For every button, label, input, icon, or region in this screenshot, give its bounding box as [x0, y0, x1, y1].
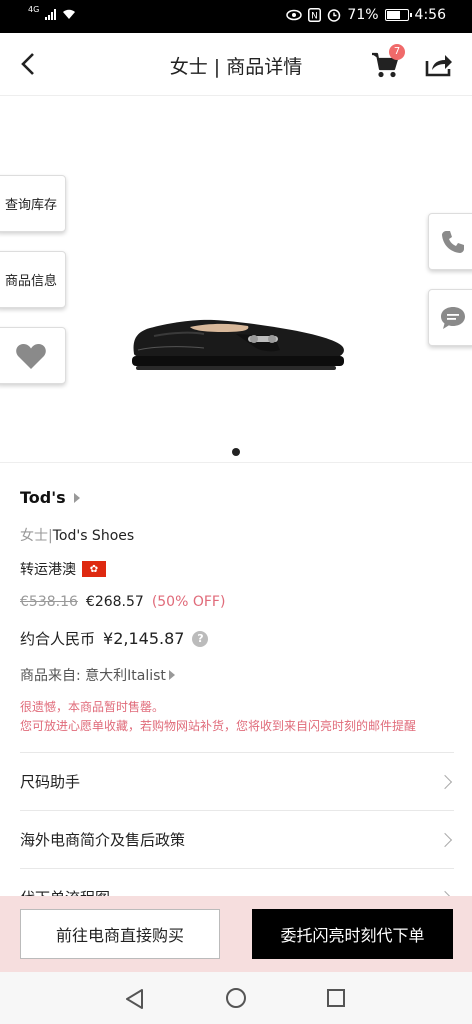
- cart-badge: 7: [389, 44, 405, 60]
- check-stock-button[interactable]: 查询库存: [0, 175, 66, 232]
- clock: 4:56: [414, 7, 446, 23]
- heart-icon: [16, 343, 46, 369]
- size-helper-label: 尺码助手: [20, 773, 81, 791]
- system-nav-bar: [0, 972, 472, 1024]
- hong-kong-flag-icon: ✿: [82, 561, 106, 577]
- product-image: [132, 319, 344, 370]
- nav-home-icon[interactable]: [226, 988, 246, 1008]
- network-type: 4G: [28, 5, 40, 14]
- nfc-icon: N: [308, 8, 322, 22]
- wishlist-button[interactable]: [0, 327, 66, 384]
- rmb-amount: ¥2,145.87: [103, 629, 185, 648]
- phone-icon: [442, 230, 464, 253]
- sold-out-notice: 很遗憾，本商品暂时售罄。 您可放进心愿单收藏，若购物网站补货，您将收到来自闪亮时…: [20, 698, 460, 736]
- caret-right-icon: [73, 492, 80, 503]
- product-category: 女士|Tod's Shoes: [20, 525, 134, 545]
- product-gallery[interactable]: 查询库存 商品信息: [0, 97, 472, 463]
- help-icon[interactable]: ?: [192, 630, 209, 647]
- sale-price: €268.57: [85, 594, 144, 610]
- notice-line-1: 很遗憾，本商品暂时售罄。: [20, 700, 165, 714]
- product-source[interactable]: 商品来自: 意大利Italist: [20, 665, 175, 685]
- shipping-info: 转运港澳 ✿: [20, 559, 106, 579]
- app-header: 女士 | 商品详情 7: [0, 33, 472, 96]
- chevron-right-icon: [437, 832, 453, 847]
- size-helper-row[interactable]: 尺码助手: [20, 752, 454, 810]
- share-icon[interactable]: [424, 51, 454, 79]
- source-label: 商品来自: 意大利Italist: [20, 668, 166, 684]
- svg-text:N: N: [312, 12, 319, 22]
- signal-icon: [45, 8, 57, 20]
- policy-row[interactable]: 海外电商简介及售后政策: [20, 810, 454, 868]
- brand-name: Tod's: [20, 488, 66, 507]
- status-bar: 4G N 71% 4:56: [0, 0, 472, 33]
- buy-direct-button[interactable]: 前往电商直接购买: [20, 909, 220, 959]
- action-bar: 前往电商直接购买 委托闪亮时刻代下单: [0, 896, 472, 972]
- notice-line-2: 您可放进心愿单收藏，若购物网站补货，您将收到来自闪亮时刻的邮件提醒: [20, 719, 417, 733]
- chevron-right-icon: [437, 774, 453, 789]
- original-price: €538.16: [20, 594, 78, 610]
- brand-link[interactable]: Tod's: [20, 488, 80, 507]
- eye-icon: [286, 9, 303, 21]
- call-button[interactable]: [428, 213, 472, 270]
- nav-recents-icon[interactable]: [327, 989, 345, 1007]
- alarm-icon: [328, 9, 341, 22]
- policy-label: 海外电商简介及售后政策: [20, 831, 186, 849]
- shipping-label: 转运港澳: [20, 562, 76, 578]
- battery-icon: [384, 9, 412, 21]
- category-name: Tod's Shoes: [52, 528, 135, 544]
- nav-back-icon[interactable]: [124, 988, 146, 1010]
- chat-button[interactable]: [428, 289, 472, 346]
- chat-icon: [441, 306, 465, 329]
- proxy-order-button[interactable]: 委托闪亮时刻代下单: [252, 909, 453, 959]
- rmb-price-row: 约合人民币 ¥2,145.87 ?: [20, 628, 209, 649]
- wifi-icon: [63, 9, 76, 19]
- gallery-page-indicator: [232, 448, 240, 456]
- caret-right-icon: [168, 670, 175, 680]
- battery-percent: 71%: [347, 7, 379, 23]
- rmb-label: 约合人民币: [20, 630, 96, 648]
- category-prefix: 女士|: [20, 528, 53, 544]
- discount-label: (50% OFF): [151, 594, 226, 610]
- cart-button[interactable]: 7: [370, 44, 405, 79]
- product-info-button[interactable]: 商品信息: [0, 251, 66, 308]
- price-row: €538.16 €268.57 (50% OFF): [20, 594, 225, 610]
